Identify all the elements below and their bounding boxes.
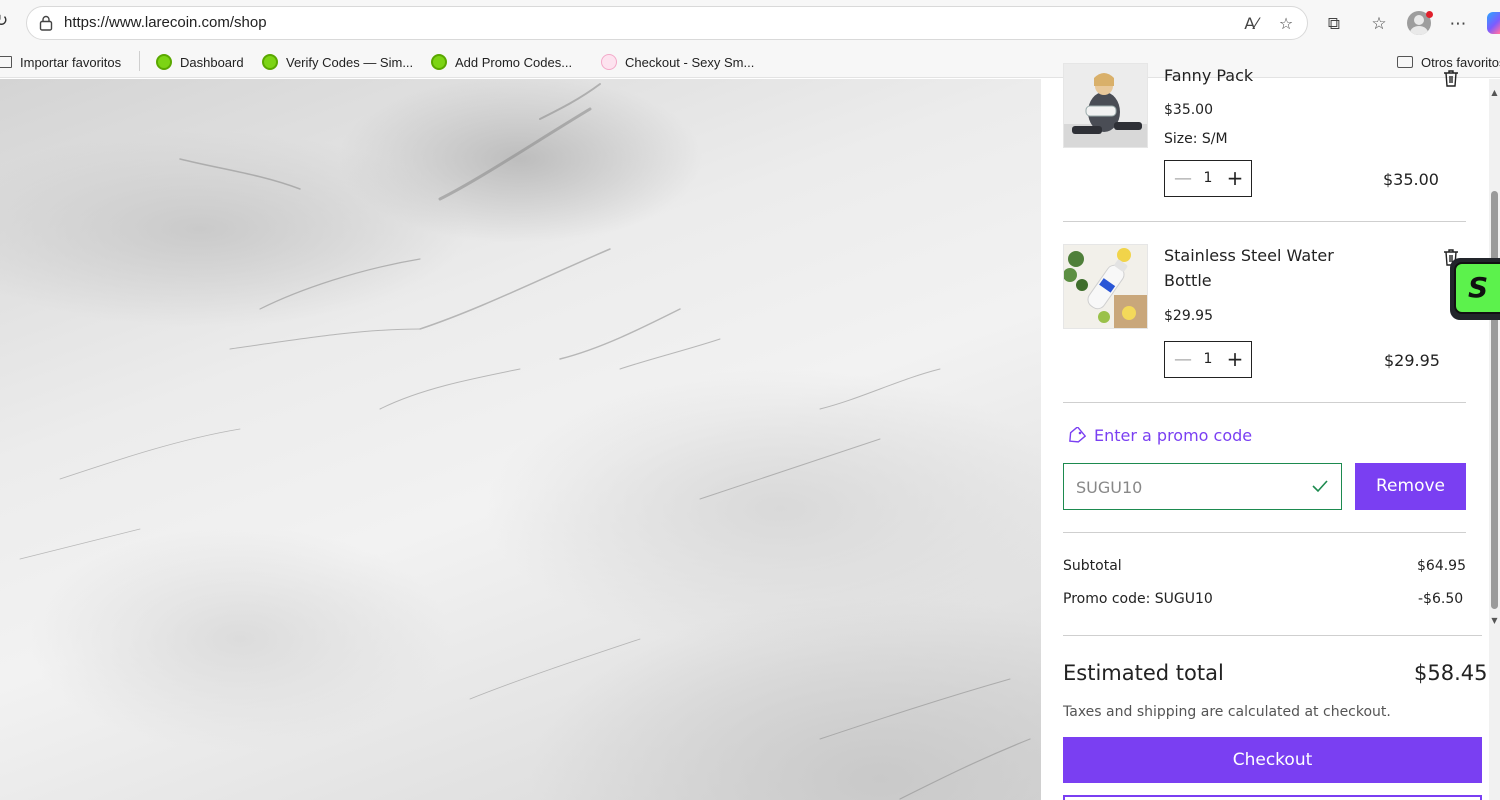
scroll-down-arrow-icon[interactable]: ▼ [1490, 617, 1499, 625]
bookmark-dashboard[interactable]: Dashboard [156, 53, 244, 71]
decrease-quantity-button[interactable]: — [1174, 161, 1192, 196]
item-price: $35.00 [1164, 102, 1213, 118]
more-menu-icon[interactable]: ⋯ [1446, 12, 1470, 36]
estimated-total-value: $58.45 [1414, 661, 1488, 685]
increase-quantity-button[interactable]: + [1225, 161, 1245, 196]
import-icon [0, 56, 12, 68]
page-scrollbar[interactable]: ▲ ▼ [1489, 79, 1500, 800]
water-bottle-photo [1064, 245, 1147, 328]
fanny-pack-photo [1064, 64, 1147, 147]
item-image-water-bottle[interactable] [1063, 244, 1148, 329]
subtotal-label: Subtotal [1063, 558, 1122, 574]
green-badge-icon [431, 54, 447, 70]
item-name-line2[interactable]: Bottle [1164, 271, 1212, 290]
bookmark-label: Dashboard [180, 54, 244, 70]
item-divider [1063, 221, 1466, 222]
bookmark-label: Otros favoritos [1421, 54, 1500, 70]
bookmark-import[interactable]: Importar favoritos [0, 53, 121, 71]
scrollbar-thumb[interactable] [1491, 191, 1498, 609]
bookmark-checkout[interactable]: Checkout - Sexy Sm... [601, 53, 754, 71]
green-badge-icon [262, 54, 278, 70]
item-price: $29.95 [1164, 308, 1213, 324]
green-badge-icon [156, 54, 172, 70]
check-icon [1312, 480, 1328, 493]
folder-icon [1397, 56, 1413, 68]
bookmark-label: Importar favoritos [20, 54, 122, 70]
notification-dot [1426, 11, 1433, 18]
promo-discount-value: -$6.50 [1418, 591, 1464, 607]
pink-logo-icon [601, 54, 617, 70]
quantity-value[interactable]: 1 [1197, 161, 1219, 196]
marble-background-image [0, 79, 1041, 800]
bookmark-verify-codes[interactable]: Verify Codes — Sim... [262, 53, 413, 71]
item-divider [1063, 402, 1466, 403]
promo-code-link[interactable]: Enter a promo code [1094, 426, 1252, 445]
promo-divider [1063, 532, 1466, 533]
url-text[interactable]: https://www.larecoin.com/shop [64, 14, 267, 31]
promo-code-field[interactable] [1063, 463, 1342, 510]
bookmark-label: Checkout - Sexy Sm... [625, 54, 755, 70]
increase-quantity-button[interactable]: + [1225, 342, 1245, 377]
bookmark-add-promo-codes[interactable]: Add Promo Codes... [431, 53, 572, 71]
browser-toolbar: ↻ https://www.larecoin.com/shop A⁄ ☆ ⧉ ☆… [0, 0, 1500, 46]
quantity-value[interactable]: 1 [1197, 342, 1219, 377]
marble-veins [19, 83, 1031, 800]
address-bar[interactable]: https://www.larecoin.com/shop A⁄ ☆ [26, 6, 1308, 40]
promo-code-input[interactable] [1076, 474, 1296, 500]
favorite-star-icon[interactable]: ☆ [1275, 13, 1297, 35]
bookmark-label: Add Promo Codes... [455, 54, 573, 70]
tag-icon[interactable] [1066, 427, 1086, 445]
item-size: Size: S/M [1164, 131, 1228, 147]
bookmarks-divider [139, 51, 140, 71]
item-line-total: $35.00 [1383, 170, 1439, 189]
item-name[interactable]: Fanny Pack [1164, 66, 1253, 85]
estimated-total-label: Estimated total [1063, 661, 1224, 685]
trash-icon[interactable] [1442, 68, 1460, 88]
promo-discount-label: Promo code: SUGU10 [1063, 591, 1213, 607]
quantity-stepper: — 1 + [1164, 160, 1252, 197]
decrease-quantity-button[interactable]: — [1174, 342, 1192, 377]
checkout-button[interactable]: Checkout [1063, 737, 1482, 783]
extensions-icon[interactable]: ⧉ [1322, 12, 1346, 36]
subtotal-value: $64.95 [1417, 558, 1466, 574]
summary-divider [1063, 635, 1482, 636]
quantity-stepper: — 1 + [1164, 341, 1252, 378]
read-aloud-icon[interactable]: A⁄ [1240, 13, 1262, 35]
copilot-icon[interactable] [1487, 12, 1500, 34]
taxes-note: Taxes and shipping are calculated at che… [1063, 704, 1391, 720]
bookmarks-bar: Importar favoritos Dashboard Verify Code… [0, 46, 1500, 78]
favorites-icon[interactable]: ☆ [1367, 12, 1391, 36]
view-cart-button[interactable] [1063, 795, 1482, 800]
item-name-line1[interactable]: Stainless Steel Water [1164, 246, 1334, 265]
lock-icon[interactable] [39, 15, 53, 31]
reload-icon[interactable]: ↻ [0, 12, 10, 30]
bookmark-label: Verify Codes — Sim... [286, 54, 414, 70]
remove-promo-button[interactable]: Remove [1355, 463, 1466, 510]
item-image-fanny-pack[interactable] [1063, 63, 1148, 148]
extension-logo[interactable]: S [1454, 262, 1500, 314]
item-line-total: $29.95 [1384, 351, 1440, 370]
scroll-up-arrow-icon[interactable]: ▲ [1490, 89, 1499, 97]
floating-extension-badge[interactable]: S [1450, 258, 1500, 320]
